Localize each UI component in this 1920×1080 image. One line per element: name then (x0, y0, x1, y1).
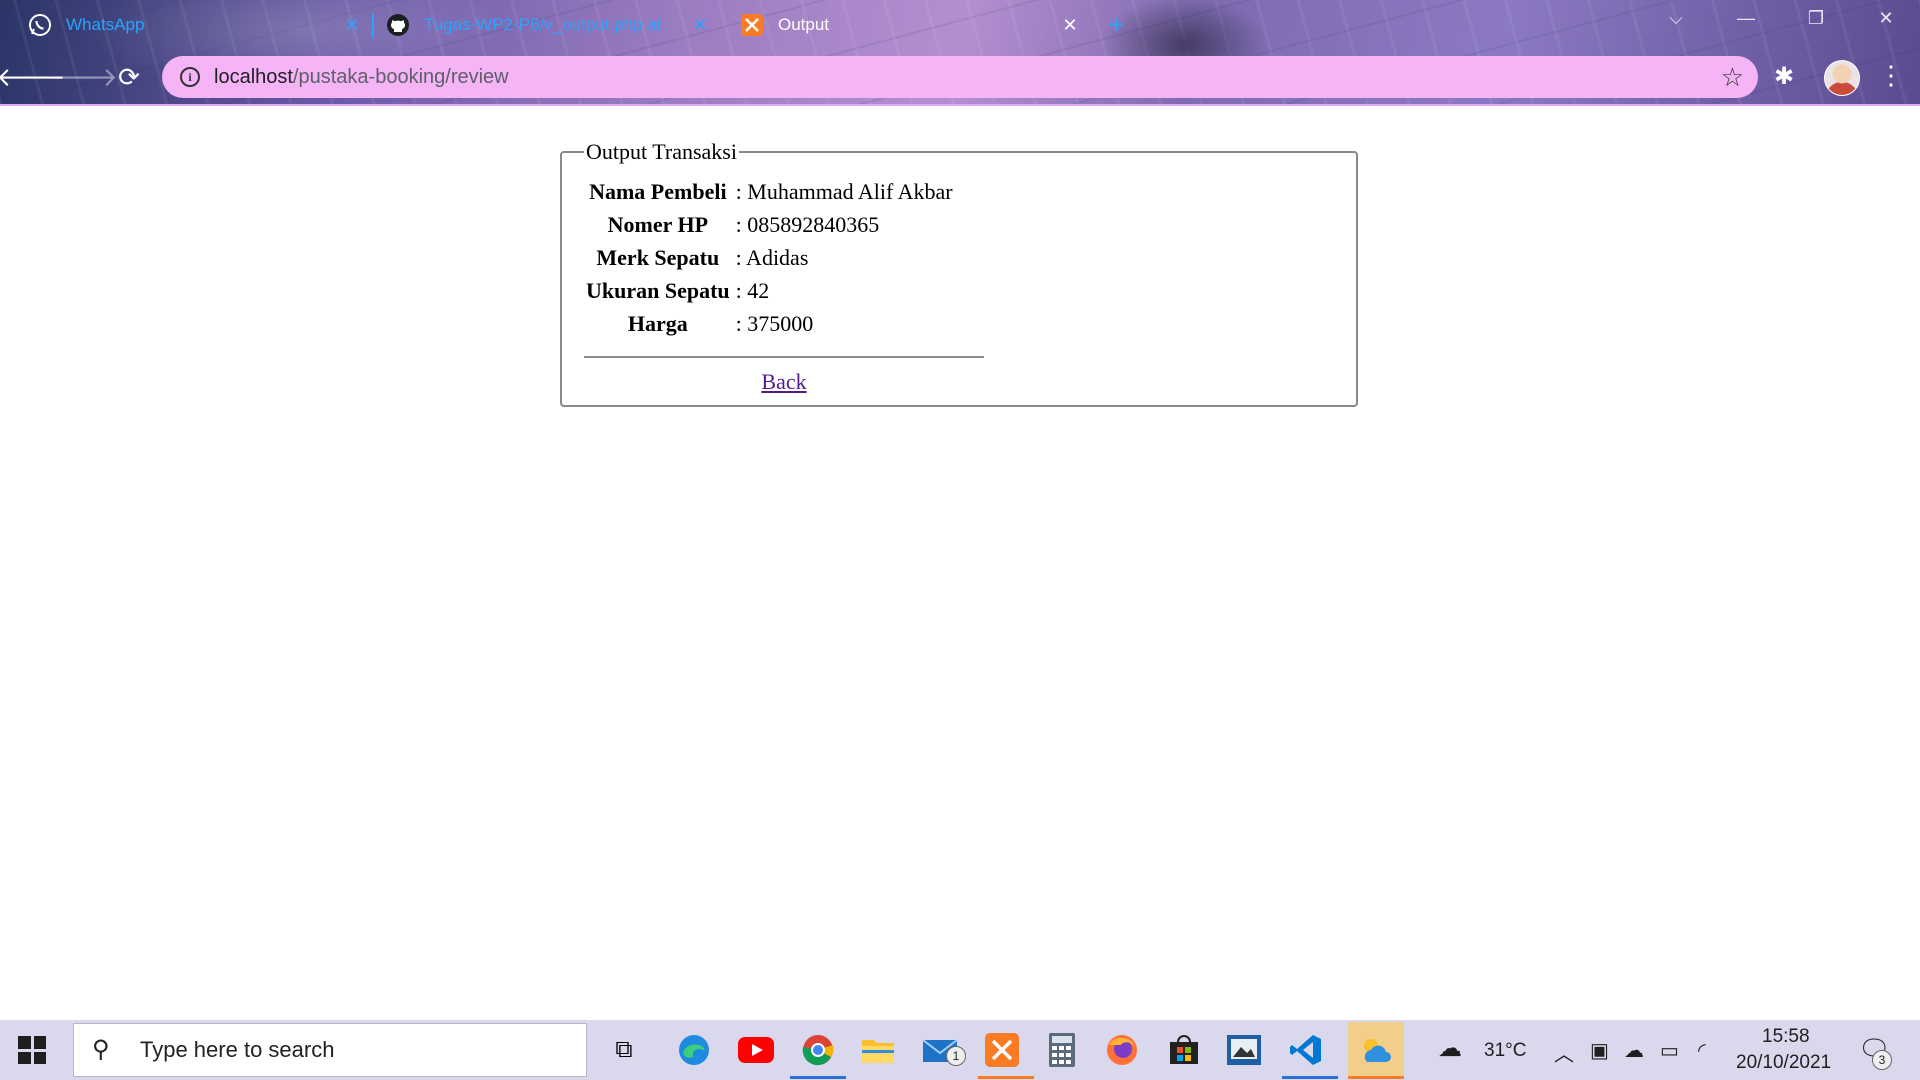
tab-whatsapp[interactable]: WhatsApp ✕ (28, 6, 360, 44)
row-value: : 375000 (735, 311, 814, 336)
extensions-puzzle-icon[interactable]: ✱ (1774, 62, 1794, 91)
fieldset-legend: Output Transaksi (586, 139, 737, 164)
youtube-icon[interactable] (736, 1030, 776, 1070)
row-label: Harga (627, 311, 688, 336)
table-row: Harga : 375000 (584, 307, 955, 340)
show-hidden-icons-chevron[interactable]: ︿ (1554, 1038, 1574, 1067)
browser-chrome: WhatsApp ✕ Tugas-WP2-P6/v_output.php at … (0, 0, 1920, 106)
profile-avatar[interactable] (1824, 60, 1860, 96)
url-text[interactable]: localhost/pustaka-booking/review (214, 66, 509, 89)
active-app-indicator (978, 1076, 1034, 1079)
battery-icon[interactable]: ▭ (1660, 1038, 1679, 1063)
tab-output[interactable]: Output ✕ (740, 6, 1080, 44)
tab-title: Output (778, 15, 830, 34)
table-row: Ukuran Sepatu : 42 (584, 274, 955, 307)
edge-icon[interactable] (674, 1030, 714, 1070)
new-tab-button[interactable]: + (1108, 10, 1124, 40)
row-label: Nomer HP (607, 212, 709, 237)
task-view-icon[interactable]: ⧉ (604, 1030, 644, 1070)
back-link[interactable]: Back (584, 369, 984, 395)
windows-start-icon[interactable] (18, 1036, 46, 1064)
mail-badge: 1 (946, 1046, 966, 1066)
active-app-indicator (790, 1076, 846, 1079)
search-icon: ⚲ (92, 1036, 110, 1063)
wifi-icon[interactable]: ◜ (1698, 1038, 1706, 1063)
reload-icon[interactable]: ⟳ (112, 60, 146, 94)
tab-title: Tugas-WP2-P6/v_output.php at (424, 15, 662, 34)
chrome-icon[interactable] (798, 1030, 838, 1070)
github-icon (386, 13, 410, 37)
xampp-icon (740, 13, 764, 37)
row-value: : 085892840365 (735, 212, 880, 237)
table-row: Nama Pembeli : Muhammad Alif Akbar (584, 175, 955, 208)
weather-app-icon[interactable] (1348, 1022, 1404, 1078)
row-label: Ukuran Sepatu (586, 278, 730, 303)
firefox-icon[interactable] (1102, 1030, 1142, 1070)
weather-temperature[interactable]: 31°C (1484, 1040, 1526, 1062)
close-tab-icon[interactable]: ✕ (1058, 13, 1082, 37)
vscode-icon[interactable] (1286, 1030, 1326, 1070)
minimize-button[interactable]: — (1726, 8, 1766, 29)
weather-cloud-icon[interactable]: ☁ (1438, 1034, 1462, 1063)
close-tab-icon[interactable]: ✕ (340, 13, 364, 37)
output-fieldset: Output Transaksi Nama Pembeli : Muhammad… (560, 139, 1358, 407)
table-row: Merk Sepatu : Adidas (584, 241, 955, 274)
site-info-icon[interactable]: i (180, 67, 200, 87)
address-bar[interactable]: i localhost/pustaka-booking/review ☆ (162, 56, 1758, 98)
more-menu-icon[interactable]: ⋮ (1878, 60, 1904, 91)
tab-title: WhatsApp (66, 15, 145, 34)
search-placeholder: Type here to search (140, 1037, 335, 1062)
tab-separator (372, 14, 374, 38)
transaction-table: Nama Pembeli : Muhammad Alif Akbar Nomer… (584, 175, 955, 340)
windows-taskbar: ⚲ Type here to search ⧉ 1 ☁ 31°C ︿ ▣ ☁ ▭… (0, 1020, 1920, 1080)
xampp-icon[interactable] (982, 1030, 1022, 1070)
row-label: Merk Sepatu (596, 245, 720, 270)
active-app-indicator (1348, 1076, 1404, 1079)
active-app-indicator (1282, 1076, 1338, 1079)
clock-time[interactable]: 15:58 (1762, 1026, 1810, 1048)
row-value: : Muhammad Alif Akbar (735, 179, 953, 204)
photo-viewer-icon[interactable] (1224, 1030, 1264, 1070)
taskbar-search-box[interactable]: ⚲ Type here to search (73, 1023, 587, 1077)
row-value: : Adidas (735, 245, 809, 270)
tab-github[interactable]: Tugas-WP2-P6/v_output.php at ✕ (386, 6, 716, 44)
file-explorer-icon[interactable] (858, 1030, 898, 1070)
notification-badge: 3 (1872, 1050, 1892, 1070)
close-tab-icon[interactable]: ✕ (688, 13, 712, 37)
clock-date[interactable]: 20/10/2021 (1736, 1052, 1831, 1074)
url-path: /pustaka-booking/review (292, 65, 509, 88)
close-window-button[interactable]: ✕ (1866, 8, 1906, 29)
url-host: localhost (214, 65, 293, 88)
calculator-icon[interactable] (1042, 1030, 1082, 1070)
forward-arrow-icon[interactable]: 🡒 (48, 60, 118, 94)
store-icon[interactable] (1164, 1030, 1204, 1070)
onedrive-cloud-icon[interactable]: ☁ (1624, 1038, 1644, 1063)
row-value: : 42 (735, 278, 770, 303)
page-content: Output Transaksi Nama Pembeli : Muhammad… (0, 106, 1920, 1020)
row-label: Nama Pembeli (589, 179, 727, 204)
whatsapp-icon (28, 13, 52, 37)
meet-now-icon[interactable]: ▣ (1590, 1038, 1609, 1063)
back-arrow-icon[interactable]: 🡐 (0, 60, 66, 94)
restore-button[interactable]: ❐ (1796, 8, 1836, 29)
horizontal-rule (584, 356, 984, 358)
bookmark-star-icon[interactable]: ☆ (1721, 62, 1744, 93)
tab-search-icon[interactable]: ⌵ (1656, 8, 1696, 29)
table-row: Nomer HP : 085892840365 (584, 208, 955, 241)
